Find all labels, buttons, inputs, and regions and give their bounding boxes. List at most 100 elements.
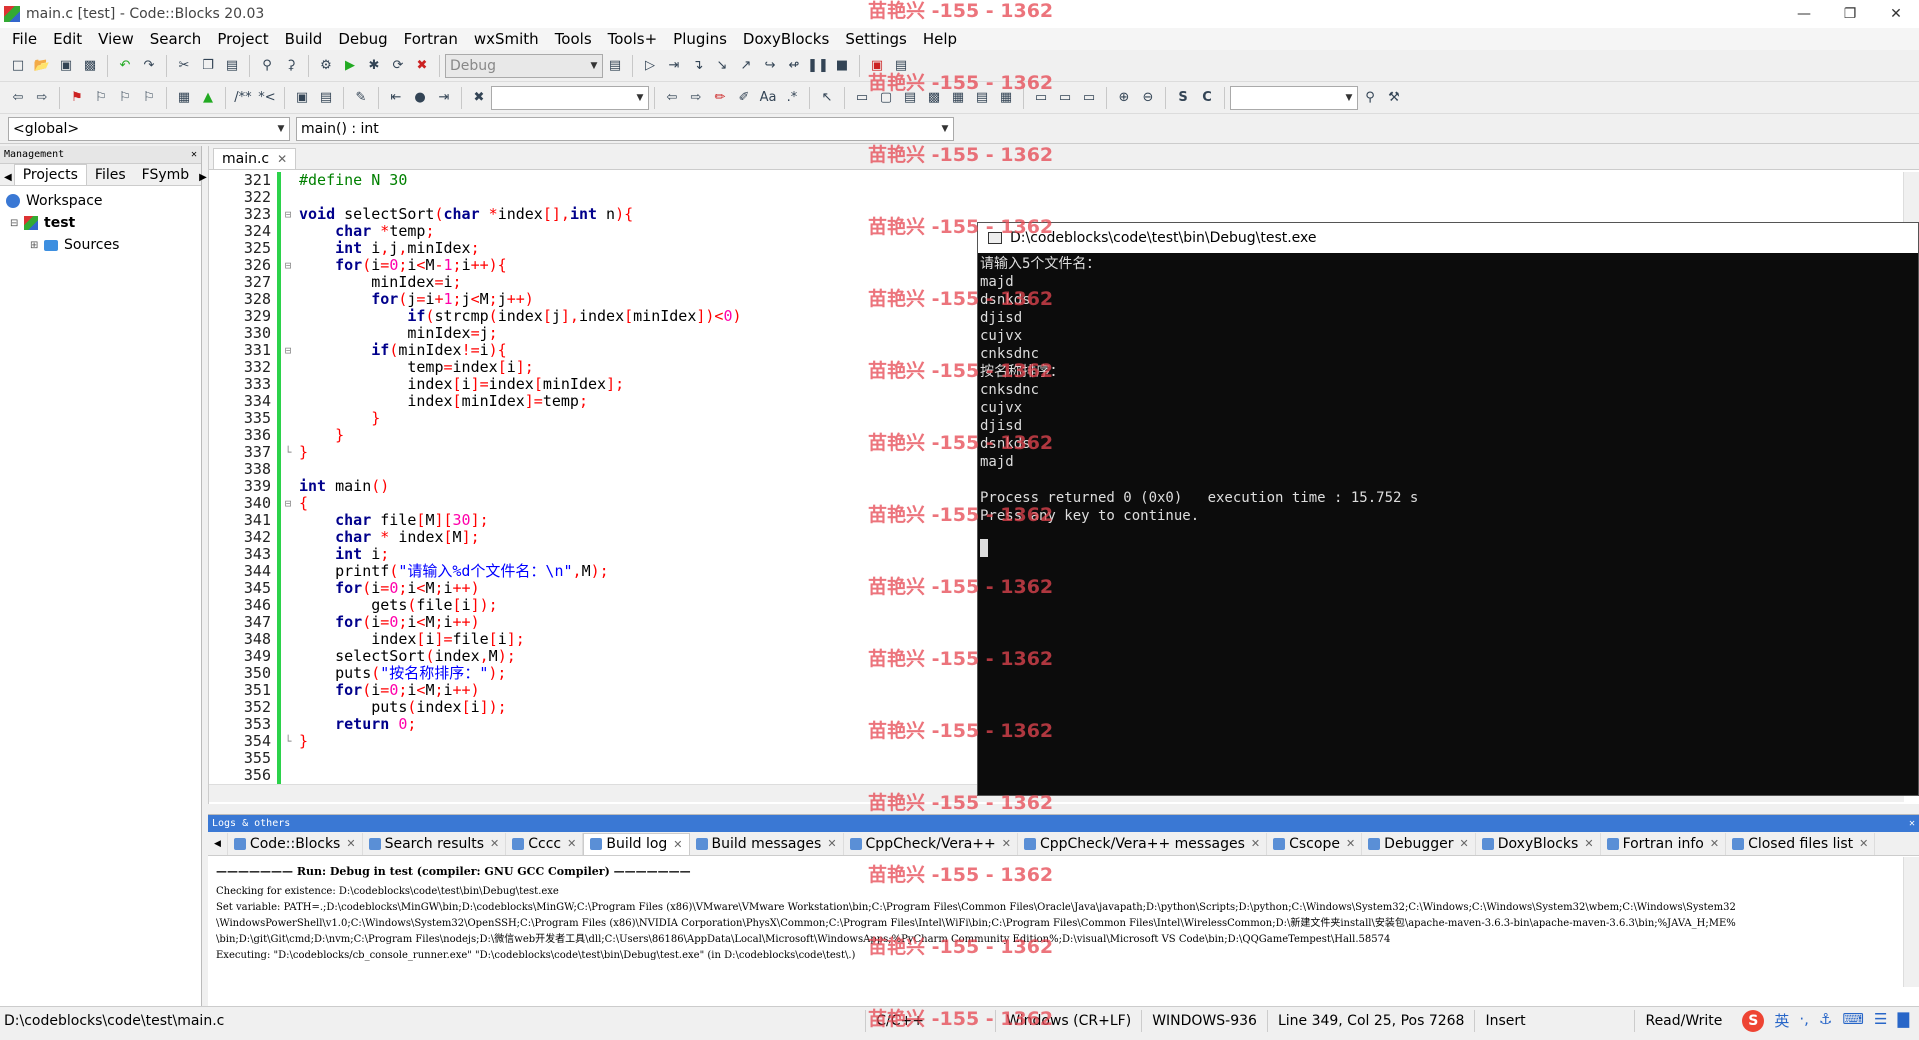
- fold-marker-icon[interactable]: [281, 648, 295, 665]
- menu-tools-[interactable]: Tools+: [600, 30, 666, 48]
- menu-file[interactable]: File: [4, 30, 45, 48]
- jump-back-icon[interactable]: ⇦: [7, 87, 29, 109]
- step-into-icon[interactable]: ↘: [711, 55, 733, 77]
- rebuild-icon[interactable]: ⟳: [387, 55, 409, 77]
- fold-marker-icon[interactable]: ⊟: [281, 257, 295, 274]
- wxs-sizer-icon[interactable]: ▩: [923, 87, 945, 109]
- editor-tab-main-c[interactable]: main.c ✕: [213, 148, 297, 169]
- close-tab-icon[interactable]: ✕: [567, 837, 576, 850]
- doxywizard-icon[interactable]: ▤: [315, 87, 337, 109]
- spell-c-icon[interactable]: C: [1196, 87, 1218, 109]
- text-style-icon[interactable]: Aa: [757, 87, 779, 109]
- logs-vertical-scrollbar[interactable]: [1903, 857, 1919, 987]
- close-icon[interactable]: ✕: [191, 149, 197, 160]
- build-icon[interactable]: ⚙: [315, 55, 337, 77]
- fold-marker-icon[interactable]: [281, 427, 295, 444]
- expand-icon[interactable]: ⊞: [30, 240, 40, 251]
- fold-marker-icon[interactable]: [281, 393, 295, 410]
- fold-marker-icon[interactable]: ⊟: [281, 342, 295, 359]
- wxs-table-icon[interactable]: ▦: [995, 87, 1017, 109]
- fold-marker-icon[interactable]: [281, 699, 295, 716]
- log-tab-cccc[interactable]: Cccc ✕: [506, 832, 584, 855]
- log-tab-fortran-info[interactable]: Fortran info ✕: [1601, 832, 1727, 855]
- fold-marker-icon[interactable]: └: [281, 444, 295, 461]
- find-icon[interactable]: ⚲: [256, 55, 278, 77]
- format-icon[interactable]: ✐: [733, 87, 755, 109]
- fold-marker-icon[interactable]: ⊟: [281, 206, 295, 223]
- wxs-box2-icon[interactable]: ▭: [1054, 87, 1076, 109]
- menu-view[interactable]: View: [90, 30, 142, 48]
- menu-plugins[interactable]: Plugins: [665, 30, 735, 48]
- run-icon[interactable]: ▶: [339, 55, 361, 77]
- menu-help[interactable]: Help: [915, 30, 965, 48]
- close-tab-icon[interactable]: ✕: [673, 838, 682, 851]
- fold-marker-icon[interactable]: [281, 563, 295, 580]
- fortran-icon[interactable]: ✎: [350, 87, 372, 109]
- back-icon[interactable]: ⇦: [661, 87, 683, 109]
- fold-marker-icon[interactable]: [281, 189, 295, 206]
- uncomment-icon[interactable]: *<: [256, 87, 278, 109]
- ime-menu-icon[interactable]: ▇: [1897, 1010, 1909, 1032]
- fold-marker-icon[interactable]: [281, 478, 295, 495]
- spell-s-icon[interactable]: S: [1172, 87, 1194, 109]
- ime-voice-icon[interactable]: ⚓: [1819, 1010, 1832, 1032]
- clear-bookmarks-icon[interactable]: ⚐: [138, 87, 160, 109]
- tree-item-project[interactable]: ⊟ test: [6, 212, 195, 234]
- close-tab-icon[interactable]: ✕: [1251, 837, 1260, 850]
- close-tab-icon[interactable]: ✕: [1584, 837, 1593, 850]
- next-instruction-icon[interactable]: ↪: [759, 55, 781, 77]
- sogou-ime-icon[interactable]: S: [1742, 1009, 1765, 1032]
- forward-icon[interactable]: ⇨: [685, 87, 707, 109]
- code-home-icon[interactable]: ●: [409, 87, 431, 109]
- fold-marker-icon[interactable]: [281, 546, 295, 563]
- tab-files[interactable]: Files: [87, 165, 134, 185]
- menu-wxsmith[interactable]: wxSmith: [466, 30, 547, 48]
- wxs-grid-icon[interactable]: ▦: [947, 87, 969, 109]
- ime-skin-icon[interactable]: ☰: [1874, 1010, 1887, 1032]
- tree-item-sources[interactable]: ⊞ Sources: [6, 234, 195, 256]
- wxs-dialog-icon[interactable]: ▢: [875, 87, 897, 109]
- maximize-button[interactable]: ❐: [1827, 0, 1873, 28]
- stop-debugger-icon[interactable]: ■: [831, 55, 853, 77]
- console-window[interactable]: D:\codeblocks\code\test\bin\Debug\test.e…: [977, 222, 1919, 796]
- redo-icon[interactable]: ↷: [138, 55, 160, 77]
- debug-info-icon[interactable]: ▤: [890, 55, 912, 77]
- highlight-pen-icon[interactable]: ✏: [709, 87, 731, 109]
- code-completion-icon[interactable]: ✖: [468, 87, 490, 109]
- fold-marker-icon[interactable]: [281, 631, 295, 648]
- undo-icon[interactable]: ↶: [114, 55, 136, 77]
- fold-marker-icon[interactable]: [281, 529, 295, 546]
- comment-icon[interactable]: /**: [232, 87, 254, 109]
- next-line-icon[interactable]: ↴: [687, 55, 709, 77]
- abort-icon[interactable]: ✖: [411, 55, 433, 77]
- close-tab-icon[interactable]: ✕: [1346, 837, 1355, 850]
- code-line[interactable]: 323 ⊟ void selectSort(char *index[],int n)…: [209, 206, 1904, 223]
- highlight-icon[interactable]: ▲: [197, 87, 219, 109]
- fold-marker-icon[interactable]: [281, 614, 295, 631]
- log-tab-build-log[interactable]: Build log ✕: [583, 832, 690, 855]
- copy-icon[interactable]: ❐: [197, 55, 219, 77]
- zoom-out-icon[interactable]: ⊖: [1137, 87, 1159, 109]
- fold-marker-icon[interactable]: [281, 682, 295, 699]
- collapse-icon[interactable]: ⊟: [10, 218, 20, 229]
- fold-marker-icon[interactable]: [281, 359, 295, 376]
- ime-keyboard-icon[interactable]: ⌨: [1842, 1010, 1864, 1032]
- open-file-icon[interactable]: 📂: [31, 55, 53, 77]
- replace-icon[interactable]: ⚳: [280, 55, 302, 77]
- log-tab-cscope[interactable]: Cscope ✕: [1267, 832, 1363, 855]
- menu-edit[interactable]: Edit: [45, 30, 90, 48]
- log-tab-doxyblocks[interactable]: DoxyBlocks ✕: [1476, 832, 1601, 855]
- menu-fortran[interactable]: Fortran: [396, 30, 466, 48]
- cut-icon[interactable]: ✂: [173, 55, 195, 77]
- step-out-icon[interactable]: ↗: [735, 55, 757, 77]
- menu-doxyblocks[interactable]: DoxyBlocks: [735, 30, 837, 48]
- close-tab-icon[interactable]: ✕: [827, 837, 836, 850]
- fold-marker-icon[interactable]: [281, 767, 295, 784]
- fold-marker-icon[interactable]: [281, 308, 295, 325]
- fold-marker-icon[interactable]: [281, 172, 295, 189]
- jump-forward-icon[interactable]: ⇨: [31, 87, 53, 109]
- log-tab-cppcheck-vera-[interactable]: CppCheck/Vera++ ✕: [844, 832, 1018, 855]
- menu-build[interactable]: Build: [277, 30, 331, 48]
- paste-icon[interactable]: ▤: [221, 55, 243, 77]
- menu-tools[interactable]: Tools: [547, 30, 600, 48]
